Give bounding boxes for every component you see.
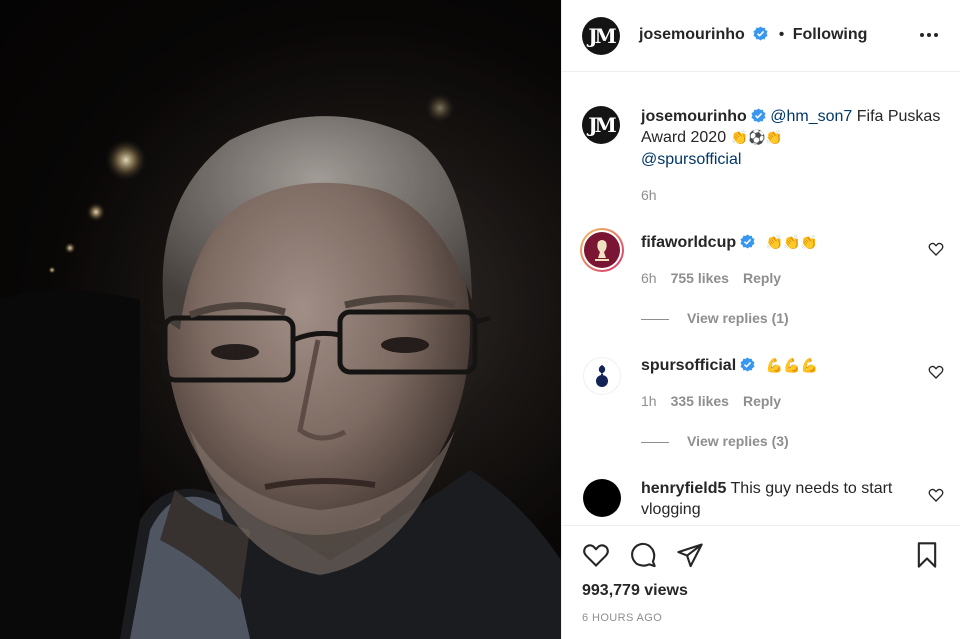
owner-username[interactable]: josemourinho: [639, 26, 745, 43]
view-count[interactable]: 993,779 views: [582, 582, 688, 600]
heart-icon[interactable]: [928, 364, 944, 380]
post-side-panel: JM josemourinho • Following JM josemouri…: [561, 0, 960, 639]
caption-emoji: 👏⚽👏: [730, 130, 783, 146]
comment-body: 👏👏👏: [765, 235, 818, 251]
comment-time[interactable]: 6h: [641, 270, 657, 286]
mention-link[interactable]: @spursofficial: [641, 151, 741, 168]
paper-plane-icon[interactable]: [676, 541, 704, 569]
comment-icon[interactable]: [629, 541, 657, 569]
verified-badge-icon: [740, 357, 755, 372]
heart-icon[interactable]: [928, 241, 944, 257]
comment-likes[interactable]: 335 likes: [671, 393, 729, 409]
comment-meta: 6h 755 likes Reply: [641, 270, 795, 286]
comment-text: spursofficial 💪💪💪: [641, 355, 818, 377]
view-replies-button[interactable]: View replies (3): [641, 433, 789, 449]
header-user: josemourinho • Following: [639, 26, 867, 44]
view-replies-label: View replies (3): [687, 433, 789, 449]
owner-avatar[interactable]: JM: [582, 17, 620, 55]
video-frame: [0, 0, 561, 639]
bookmark-icon[interactable]: [913, 541, 941, 569]
heart-icon[interactable]: [582, 541, 610, 569]
comment-likes[interactable]: 755 likes: [671, 270, 729, 286]
comment-avatar-fifaworldcup[interactable]: [580, 228, 624, 272]
caption-username[interactable]: josemourinho: [641, 108, 747, 125]
post-video[interactable]: [0, 0, 561, 639]
more-options-icon[interactable]: [920, 33, 938, 39]
caption-avatar[interactable]: JM: [582, 106, 620, 144]
caption-time[interactable]: 6h: [641, 187, 657, 203]
comment-body: 💪💪💪: [765, 358, 818, 374]
comment-avatar-spursofficial[interactable]: [583, 357, 621, 395]
comment-username[interactable]: henryfield5: [641, 480, 726, 497]
reply-button[interactable]: Reply: [743, 270, 781, 286]
heart-icon[interactable]: [928, 487, 944, 503]
verified-badge-icon: [740, 234, 755, 249]
post-actions: 993,779 views 6 HOURS AGO: [562, 525, 960, 639]
fifa-logo-icon: [595, 240, 609, 261]
comment-text: fifaworldcup 👏👏👏: [641, 232, 818, 254]
following-button[interactable]: Following: [793, 26, 868, 43]
view-replies-button[interactable]: View replies (1): [641, 310, 789, 326]
spurs-logo-icon: [596, 365, 608, 387]
post-timestamp[interactable]: 6 HOURS AGO: [582, 612, 662, 624]
follow-separator: •: [778, 26, 785, 43]
reply-button[interactable]: Reply: [743, 393, 781, 409]
caption-text: josemourinho @hm_son7 Fifa Puskas Award …: [641, 106, 941, 170]
comment-time[interactable]: 1h: [641, 393, 657, 409]
post-header: JM josemourinho • Following: [562, 0, 960, 72]
comment-text: henryfield5 This guy needs to start vlog…: [641, 478, 911, 520]
comment-meta: 1h 335 likes Reply: [641, 393, 795, 409]
comment-avatar-henryfield5[interactable]: [583, 479, 621, 517]
comment-username[interactable]: spursofficial: [641, 357, 736, 374]
view-replies-label: View replies (1): [687, 310, 789, 326]
mention-link[interactable]: @hm_son7: [770, 108, 852, 125]
verified-badge-icon: [751, 108, 766, 123]
caption-meta: 6h: [641, 187, 671, 203]
verified-badge-icon: [753, 26, 768, 41]
comments-list[interactable]: JM josemourinho @hm_son7 Fifa Puskas Awa…: [562, 73, 960, 525]
comment-username[interactable]: fifaworldcup: [641, 234, 736, 251]
